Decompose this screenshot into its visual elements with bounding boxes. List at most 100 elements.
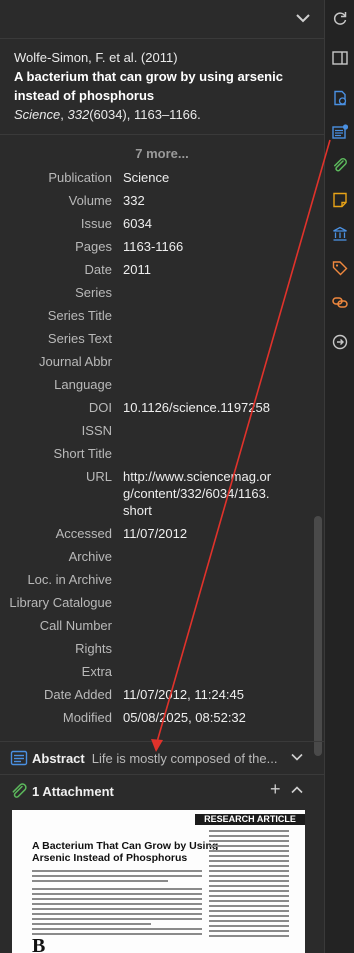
field-row-publication: Publication Science: [0, 166, 324, 189]
field-row-issue: Issue 6034: [0, 212, 324, 235]
field-value[interactable]: [123, 422, 273, 439]
field-row-date-added: Date Added 11/07/2012, 11:24:45: [0, 683, 324, 706]
field-label: Call Number: [39, 618, 112, 633]
attachment-preview[interactable]: RESEARCH ARTICLE A Bacterium That Can Gr…: [12, 810, 305, 953]
field-row-modified: Modified 05/08/2025, 08:52:32: [0, 706, 324, 729]
field-label: Pages: [75, 239, 112, 254]
field-row-series-text: Series Text: [0, 327, 324, 350]
locate-icon[interactable]: [332, 334, 348, 350]
tags-icon[interactable]: [332, 260, 348, 276]
field-value[interactable]: 11/07/2012: [123, 525, 273, 542]
field-label: Short Title: [53, 446, 112, 461]
add-attachment-icon[interactable]: +: [270, 780, 284, 798]
field-label: Accessed: [55, 526, 112, 541]
refresh-icon[interactable]: [332, 10, 348, 26]
field-row-language: Language: [0, 373, 324, 396]
libraries-icon[interactable]: [332, 226, 348, 242]
field-label: URL: [85, 469, 112, 484]
field-row-series-title: Series Title: [0, 304, 324, 327]
field-row-library-catalogue: Library Catalogue: [0, 591, 324, 614]
scrollbar-thumb[interactable]: [314, 516, 322, 756]
field-value[interactable]: [123, 445, 273, 462]
info-doc-icon[interactable]: [332, 90, 348, 106]
field-label: Loc. in Archive: [27, 572, 112, 587]
chevron-up-icon[interactable]: [290, 783, 304, 797]
abstract-icon[interactable]: [332, 124, 348, 140]
field-value[interactable]: [123, 307, 273, 324]
drop-cap: B: [32, 935, 46, 953]
more-fields-button[interactable]: 7 more...: [0, 142, 324, 166]
field-row-call-number: Call Number: [0, 614, 324, 637]
field-label: Journal Abbr: [39, 354, 112, 369]
field-row-rights: Rights: [0, 637, 324, 660]
field-row-loc-in-archive: Loc. in Archive: [0, 568, 324, 591]
field-label: Series Title: [47, 308, 112, 323]
split-pane-icon[interactable]: [332, 50, 348, 66]
info-fields: Publication Science Volume 332 Issue 6034 Page…: [0, 166, 324, 729]
related-icon[interactable]: [332, 294, 348, 310]
field-label: Volume: [68, 193, 112, 208]
item-title[interactable]: A bacterium that can grow by using arsen…: [14, 67, 310, 105]
attachments-section-header[interactable]: 1 Attachment +: [0, 774, 324, 807]
field-row-issn: ISSN: [0, 419, 324, 442]
field-value[interactable]: [123, 571, 273, 588]
field-row-archive: Archive: [0, 545, 324, 568]
field-row-extra: Extra: [0, 660, 324, 683]
item-header: Wolfe-Simon, F. et al. (2011) A bacteriu…: [0, 39, 324, 135]
field-label: Publication: [48, 170, 112, 185]
abstract-icon: [10, 750, 28, 766]
field-value[interactable]: [123, 617, 273, 634]
field-value[interactable]: http://www.sciencemag.org/content/332/60…: [123, 468, 273, 519]
field-row-journal-abbr: Journal Abbr: [0, 350, 324, 373]
item-source: Science, 332(6034), 1163–1166.: [14, 107, 201, 122]
field-label: Language: [54, 377, 112, 392]
abstract-title: Abstract: [32, 750, 85, 766]
notes-icon[interactable]: [332, 192, 348, 208]
chevron-down-icon[interactable]: [294, 9, 312, 27]
field-row-doi: DOI 10.1126/science.1197258: [0, 396, 324, 419]
attachment-preview-title: A Bacterium That Can Grow by Using Arsen…: [32, 840, 219, 864]
field-value[interactable]: [123, 330, 273, 347]
item-pane-toolbar: [0, 0, 324, 39]
field-value[interactable]: [123, 663, 273, 680]
field-row-pages: Pages 1163-1166: [0, 235, 324, 258]
item-citation: Wolfe-Simon, F. et al. (2011): [14, 50, 178, 65]
chevron-down-icon[interactable]: [290, 750, 304, 764]
attachments-title: 1 Attachment: [32, 783, 114, 799]
field-label: Modified: [62, 710, 112, 725]
field-label: Series: [75, 285, 112, 300]
field-value[interactable]: 332: [123, 192, 273, 209]
field-value[interactable]: [123, 640, 273, 657]
field-value[interactable]: [123, 284, 273, 301]
field-value[interactable]: 1163-1166: [123, 238, 273, 255]
field-value[interactable]: [123, 548, 273, 565]
field-value[interactable]: 2011: [123, 261, 273, 278]
field-value[interactable]: [123, 376, 273, 393]
abstract-preview: Life is mostly composed of the...: [91, 750, 278, 766]
field-label: Rights: [75, 641, 112, 656]
field-value[interactable]: 05/08/2025, 08:52:32: [123, 709, 273, 726]
field-value[interactable]: [123, 594, 273, 611]
field-label: Date Added: [44, 687, 112, 702]
field-row-short-title: Short Title: [0, 442, 324, 465]
abstract-section-header[interactable]: Abstract Life is mostly composed of the.…: [0, 741, 324, 774]
field-label: ISSN: [81, 423, 112, 438]
field-row-url: URL http://www.sciencemag.org/content/332…: [0, 465, 324, 522]
attachment-icon[interactable]: [332, 158, 348, 174]
attachment-column-text: [209, 830, 289, 940]
field-value[interactable]: [123, 353, 273, 370]
research-article-banner: RESEARCH ARTICLE: [195, 814, 305, 825]
field-row-accessed: Accessed 11/07/2012: [0, 522, 324, 545]
field-label: Archive: [68, 549, 112, 564]
field-value[interactable]: 11/07/2012, 11:24:45: [123, 686, 273, 703]
field-value[interactable]: 10.1126/science.1197258: [123, 399, 273, 416]
field-row-date: Date 2011: [0, 258, 324, 281]
attachment-text-block: [32, 870, 202, 938]
field-label: Library Catalogue: [9, 595, 112, 610]
field-row-series: Series: [0, 281, 324, 304]
field-value[interactable]: Science: [123, 169, 273, 186]
field-label: Issue: [80, 216, 112, 231]
field-value[interactable]: 6034: [123, 215, 273, 232]
paperclip-icon: [12, 783, 27, 798]
field-label: Extra: [81, 664, 112, 679]
